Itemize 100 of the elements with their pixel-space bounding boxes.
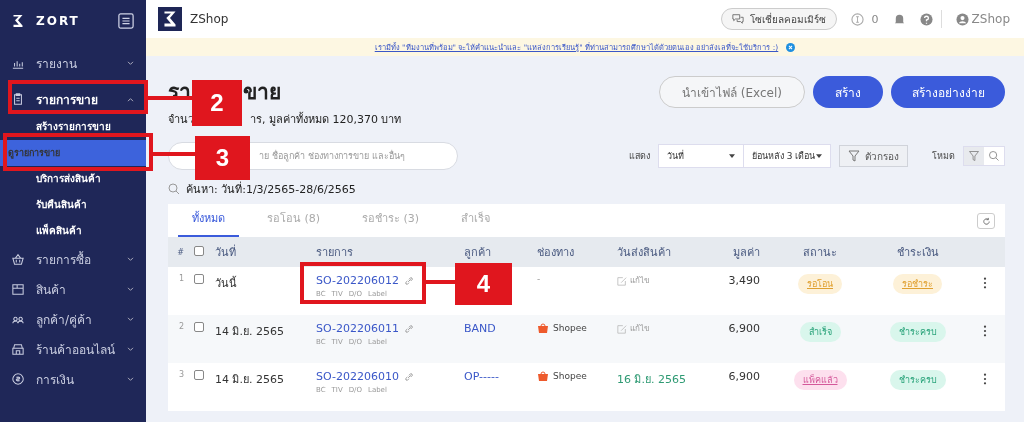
search-icon	[168, 183, 180, 195]
help-icon[interactable]	[919, 12, 933, 26]
coin-icon	[850, 12, 864, 26]
row-number: 2	[177, 322, 185, 331]
edit-link[interactable]: แก้ไข	[617, 274, 700, 287]
chevron-icon	[127, 60, 134, 66]
chevron-icon	[127, 96, 134, 102]
link-icon[interactable]	[403, 323, 414, 334]
row-checkbox[interactable]	[194, 322, 204, 332]
basket-icon	[12, 253, 24, 265]
refresh-button[interactable]	[977, 213, 995, 229]
filter-button[interactable]: ตัวกรอง	[839, 145, 908, 167]
sidebar-subitem[interactable]: รับคืนสินค้า	[0, 192, 146, 218]
column-header: สถานะ	[802, 245, 838, 261]
sidebar-item[interactable]: การเงิน	[0, 364, 146, 394]
ship-date: 16 มิ.ย. 2565	[617, 373, 686, 386]
value-cell-text: 6,900	[727, 322, 761, 335]
column-header: วันส่งสินค้า	[617, 245, 672, 261]
order-link[interactable]: SO-202206012	[316, 274, 399, 287]
step-number: 3	[195, 136, 250, 180]
column-header: มูลค่า	[732, 245, 761, 261]
filter-mode-icon[interactable]	[964, 147, 984, 165]
column-header: รายการ	[315, 245, 354, 261]
summary-text: าร, มูลค่าทั้งหมด 120,370 บาท	[250, 111, 402, 128]
sidebar-item[interactable]: รายการขาย	[0, 84, 146, 114]
coin-icon	[12, 373, 24, 385]
create-button[interactable]: สร้าง	[813, 76, 883, 108]
value-cell-text: 6,900	[727, 370, 761, 383]
edit-icon	[617, 323, 627, 334]
import-button[interactable]: นำเข้าไฟล์ (Excel)	[659, 76, 805, 108]
column-header: ลูกค้า	[464, 245, 492, 261]
chevron-icon	[127, 346, 134, 352]
box-icon	[12, 283, 24, 295]
row-number: 3	[177, 370, 185, 379]
chevron-icon	[127, 286, 134, 292]
status-badge: สำเร็จ	[799, 322, 841, 342]
shop-logo-icon	[158, 7, 182, 31]
sidebar-item[interactable]: ร้านค้าออนไลน์	[0, 334, 146, 364]
chevron-icon	[127, 256, 134, 262]
page-title: ขาย	[243, 78, 281, 106]
menu-icon[interactable]	[118, 13, 134, 29]
customer-link[interactable]: BAND	[464, 322, 496, 335]
range-dropdown[interactable]: ย้อนหลัง 3 เดือน	[744, 145, 830, 167]
status-badge: แพ็คแล้ว	[793, 370, 847, 390]
channel-name: Shopee	[553, 371, 587, 381]
channel-name: -	[537, 274, 541, 284]
more-icon[interactable]	[983, 325, 987, 337]
user-menu[interactable]: ZShop	[949, 12, 1010, 26]
logo-icon	[12, 13, 24, 29]
sidebar-item[interactable]: สินค้า	[0, 274, 146, 304]
payment-badge: ชำระครบ	[889, 322, 946, 342]
caret-icon	[816, 154, 822, 158]
column-header: ช่องทาง	[537, 245, 575, 261]
date-cell-text: 14 มิ.ย. 2565	[215, 372, 285, 388]
sidebar-subitem[interactable]: บริการส่งสินค้า	[0, 166, 146, 192]
column-header: #	[176, 247, 185, 257]
store-icon	[12, 343, 24, 355]
link-icon[interactable]	[403, 275, 414, 286]
row-checkbox[interactable]	[194, 370, 204, 380]
quick-create-button[interactable]: สร้างอย่างง่าย	[891, 76, 1005, 108]
more-icon[interactable]	[983, 373, 987, 385]
sidebar-subitem[interactable]: สร้างรายการขาย	[0, 114, 146, 140]
link-icon[interactable]	[403, 371, 414, 382]
social-commerce-button[interactable]: โซเชี่ยลคอมเมิร์ซ	[720, 8, 837, 30]
shopping-bag-icon	[537, 370, 549, 382]
show-label: แสดง	[629, 150, 650, 163]
edit-icon	[617, 275, 627, 286]
step-number: 2	[192, 80, 242, 126]
mode-label: โหมด	[932, 150, 955, 163]
brand-name: ZORT	[36, 14, 80, 28]
sidebar-item[interactable]: ลูกค้า/คู่ค้า	[0, 304, 146, 334]
shopping-bag-icon	[537, 322, 549, 334]
query-text: ค้นหา: วันที่:1/3/2565-28/6/2565	[186, 180, 356, 198]
order-link[interactable]: SO-202206011	[316, 322, 399, 335]
channel-name: Shopee	[553, 323, 587, 333]
date-field-dropdown[interactable]: วันที่	[659, 145, 744, 167]
value-cell-text: 3,490	[727, 274, 761, 287]
clipboard-icon	[12, 93, 24, 105]
sidebar-item[interactable]: รายงาน	[0, 48, 146, 78]
filter-icon	[848, 150, 860, 162]
more-icon[interactable]	[983, 277, 987, 289]
step-number: 4	[455, 263, 512, 305]
sidebar-item[interactable]: รายการซื้อ	[0, 244, 146, 274]
row-number: 1	[177, 274, 185, 283]
credit-count: 0	[871, 12, 879, 26]
caret-icon	[729, 154, 735, 158]
chat-icon	[731, 13, 744, 25]
column-header: วันที่	[215, 243, 237, 261]
row-checkbox[interactable]	[194, 274, 204, 284]
select-all-checkbox[interactable]	[194, 245, 204, 256]
close-icon[interactable]	[786, 42, 796, 52]
customer-link[interactable]: OP-----	[464, 370, 499, 383]
chevron-icon	[127, 316, 134, 322]
date-cell-text: 14 มิ.ย. 2565	[215, 324, 285, 340]
order-link[interactable]: SO-202206010	[316, 370, 399, 383]
status-badge: รอโอน	[798, 274, 842, 294]
sidebar-subitem[interactable]: แพ็คสินค้า	[0, 218, 146, 244]
refresh-icon	[981, 216, 991, 226]
shop-name: ZShop	[190, 12, 229, 26]
date-cell-text: วันนี้	[215, 275, 238, 292]
